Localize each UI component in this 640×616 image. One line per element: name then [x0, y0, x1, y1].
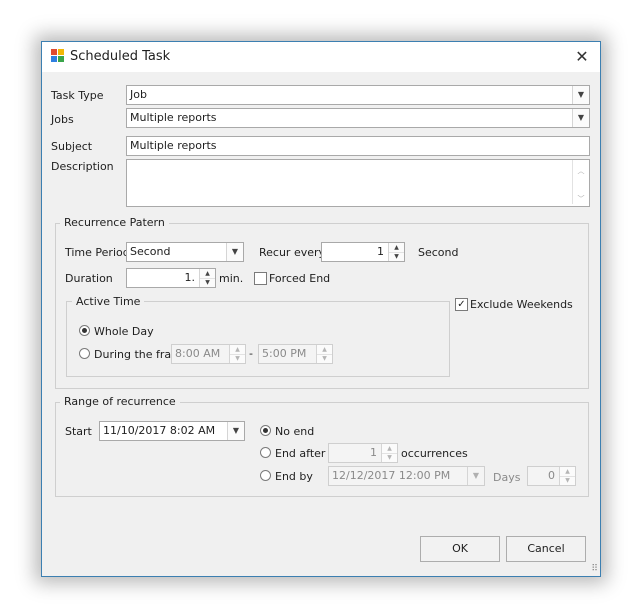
forced-end-checkbox[interactable] [254, 272, 267, 285]
start-datetime-dropdown[interactable]: 11/10/2017 8:02 AM ▼ [99, 421, 245, 441]
title-bar: Scheduled Task ✕ [42, 42, 600, 72]
recur-every-label: Recur every [259, 246, 326, 259]
during-frame-label[interactable]: During the fram [94, 348, 182, 361]
spin-down-icon[interactable]: ▼ [382, 453, 397, 462]
no-end-radio[interactable] [260, 425, 271, 436]
task-type-dropdown[interactable]: Job ▼ [126, 85, 590, 105]
during-frame-radio[interactable] [79, 348, 90, 359]
subject-value: Multiple reports [130, 139, 217, 152]
spin-buttons[interactable]: ▲ ▼ [229, 345, 245, 363]
jobs-dropdown[interactable]: Multiple reports ▼ [126, 108, 590, 128]
from-time-value: 8:00 AM [175, 347, 221, 360]
time-period-label: Time Period [65, 246, 130, 259]
time-period-value: Second [130, 245, 171, 258]
duration-value: 1. [184, 271, 196, 284]
spin-buttons[interactable]: ▲ ▼ [559, 467, 575, 485]
spin-down-icon[interactable]: ▼ [230, 354, 245, 363]
recurrence-pattern-title: Recurrence Patern [60, 216, 169, 229]
description-scrollbar[interactable]: ︿ ﹀ [572, 160, 589, 204]
spin-down-icon[interactable]: ▼ [560, 476, 575, 485]
duration-label: Duration [65, 272, 113, 285]
spin-down-icon[interactable]: ▼ [317, 354, 332, 363]
jobs-label: Jobs [51, 113, 74, 126]
days-value: 0 [548, 469, 555, 482]
close-icon[interactable]: ✕ [568, 44, 596, 70]
duration-unit-label: min. [219, 272, 244, 285]
whole-day-label[interactable]: Whole Day [94, 325, 154, 338]
end-after-spinner[interactable]: 1 ▲ ▼ [328, 443, 398, 463]
spin-down-icon[interactable]: ▼ [389, 252, 404, 261]
chevron-down-icon[interactable]: ▼ [467, 467, 484, 485]
ok-button[interactable]: OK [420, 536, 500, 562]
recur-every-value: 1 [377, 245, 384, 258]
window-title: Scheduled Task [70, 49, 171, 64]
app-icon [51, 49, 64, 62]
end-after-label[interactable]: End after [275, 447, 325, 460]
chevron-down-icon[interactable]: ▼ [572, 109, 589, 127]
time-period-dropdown[interactable]: Second ▼ [126, 242, 244, 262]
spin-down-icon[interactable]: ▼ [200, 278, 215, 287]
end-by-label[interactable]: End by [275, 470, 313, 483]
cancel-button[interactable]: Cancel [506, 536, 586, 562]
subject-label: Subject [51, 140, 93, 153]
to-time-spinner[interactable]: 5:00 PM ▲ ▼ [258, 344, 333, 364]
days-label: Days [493, 471, 521, 484]
scheduled-task-dialog: Scheduled Task ✕ Task Type Job ▼ Jobs Mu… [41, 41, 601, 577]
occurrences-label: occurrences [401, 447, 468, 460]
exclude-weekends-label[interactable]: Exclude Weekends [470, 298, 573, 311]
resize-grip-icon[interactable]: ⠿ [591, 564, 598, 574]
chevron-down-icon[interactable]: ▼ [226, 243, 243, 261]
task-type-value: Job [130, 88, 147, 101]
spin-buttons[interactable]: ▲ ▼ [199, 269, 215, 287]
start-label: Start [65, 425, 92, 438]
end-after-radio[interactable] [260, 447, 271, 458]
exclude-weekends-checkbox[interactable]: ✓ [455, 298, 468, 311]
scroll-down-icon[interactable]: ﹀ [573, 190, 589, 203]
end-by-radio[interactable] [260, 470, 271, 481]
scroll-up-icon[interactable]: ︿ [573, 162, 589, 175]
duration-spinner[interactable]: 1. ▲ ▼ [126, 268, 216, 288]
active-time-group [66, 301, 450, 377]
range-of-recurrence-title: Range of recurrence [60, 395, 180, 408]
active-time-title: Active Time [72, 295, 145, 308]
whole-day-radio[interactable] [79, 325, 90, 336]
spin-buttons[interactable]: ▲ ▼ [388, 243, 404, 261]
end-by-datetime-dropdown[interactable]: 12/12/2017 12:00 PM ▼ [328, 466, 485, 486]
end-after-value: 1 [370, 446, 377, 459]
chevron-down-icon[interactable]: ▼ [227, 422, 244, 440]
spin-buttons[interactable]: ▲ ▼ [316, 345, 332, 363]
no-end-label[interactable]: No end [275, 425, 314, 438]
days-spinner[interactable]: 0 ▲ ▼ [527, 466, 576, 486]
recur-unit-label: Second [418, 246, 459, 259]
description-label: Description [51, 160, 114, 173]
end-by-value: 12/12/2017 12:00 PM [332, 469, 451, 482]
jobs-value: Multiple reports [130, 111, 217, 124]
spin-buttons[interactable]: ▲ ▼ [381, 444, 397, 462]
time-range-separator: - [249, 347, 253, 360]
task-type-label: Task Type [51, 89, 104, 102]
forced-end-label[interactable]: Forced End [269, 272, 330, 285]
description-textarea[interactable]: ︿ ﹀ [126, 159, 590, 207]
start-value: 11/10/2017 8:02 AM [103, 424, 216, 437]
to-time-value: 5:00 PM [262, 347, 307, 360]
chevron-down-icon[interactable]: ▼ [572, 86, 589, 104]
subject-input[interactable]: Multiple reports [126, 136, 590, 156]
from-time-spinner[interactable]: 8:00 AM ▲ ▼ [171, 344, 246, 364]
recur-every-spinner[interactable]: 1 ▲ ▼ [321, 242, 405, 262]
